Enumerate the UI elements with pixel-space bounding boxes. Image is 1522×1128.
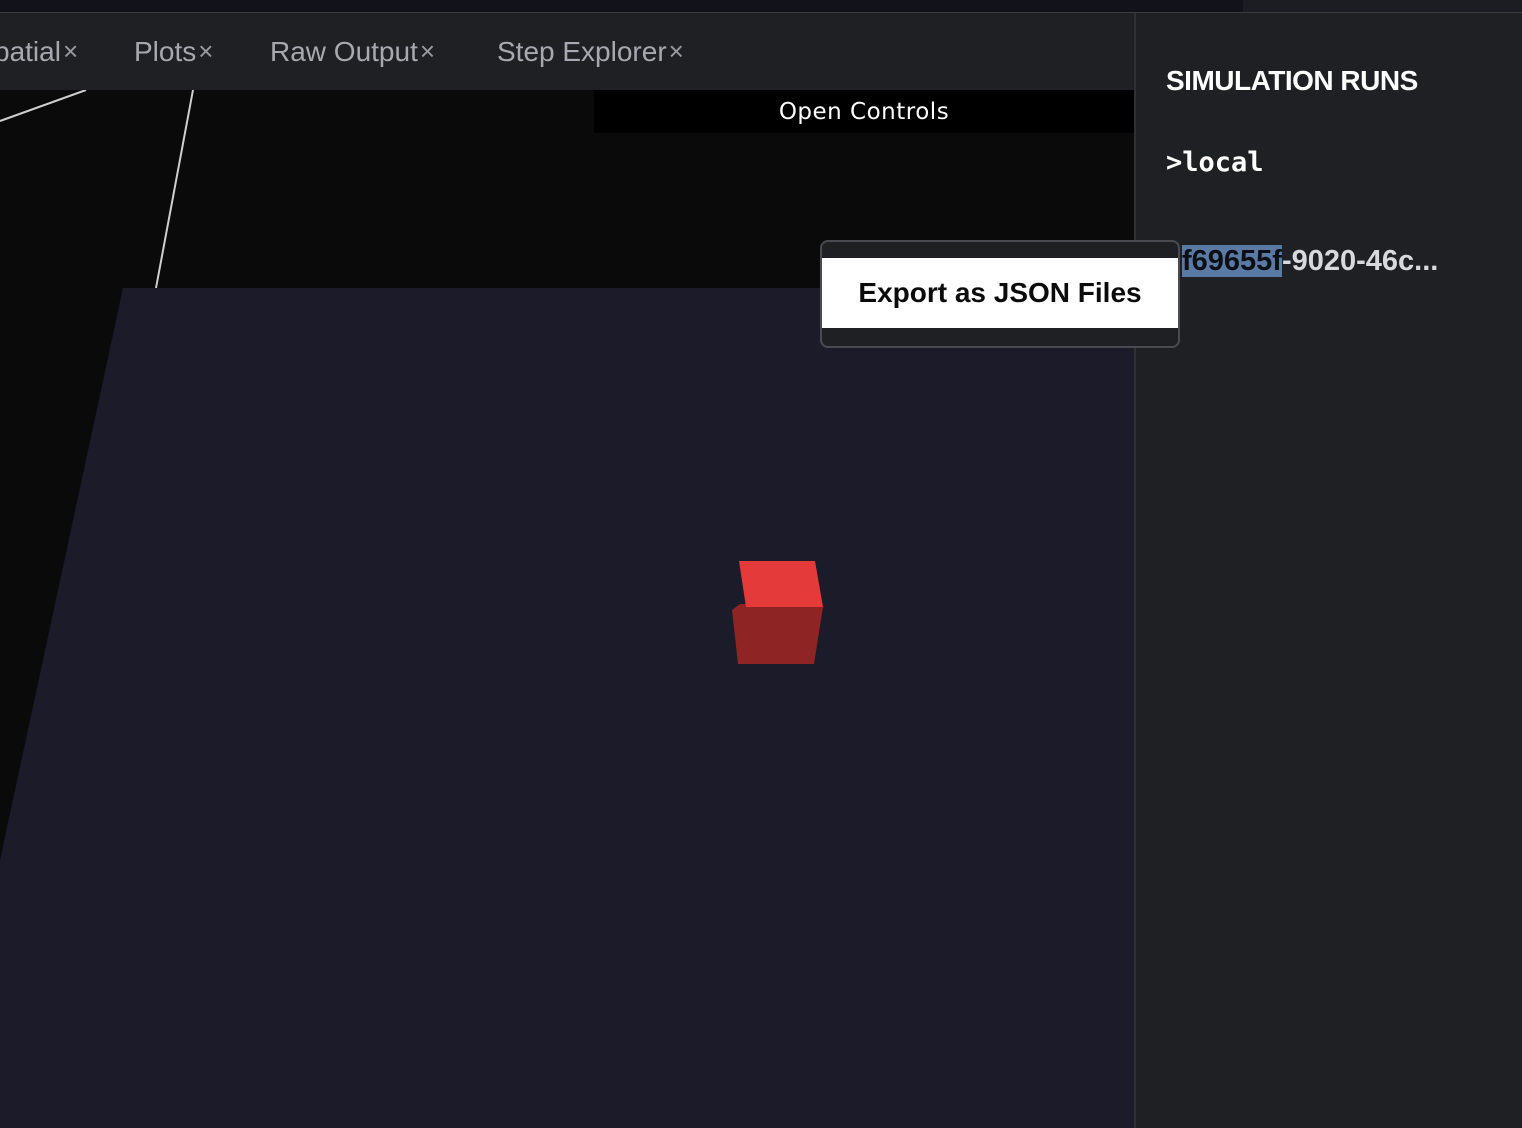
run-group-local[interactable]: >local — [1166, 147, 1264, 178]
cube-front-face — [732, 604, 823, 664]
top-bar — [0, 0, 1522, 13]
tab-label: patial — [0, 35, 61, 67]
tab-step-explorer[interactable]: Step Explorer × — [497, 13, 684, 90]
selected-text: f69655f — [1182, 245, 1282, 277]
sidebar-title: SIMULATION RUNS — [1166, 65, 1418, 96]
cube-top-face — [739, 561, 823, 607]
tab-label: Step Explorer — [497, 35, 667, 67]
tab-raw-output[interactable]: Raw Output × — [270, 13, 435, 90]
tab-label: Plots — [134, 35, 197, 67]
close-icon[interactable]: × — [63, 36, 78, 67]
open-controls-button[interactable]: Open Controls — [594, 90, 1134, 133]
close-icon[interactable]: × — [420, 36, 435, 67]
simulation-run-item[interactable]: f69655f-9020-46c... — [1182, 245, 1438, 278]
ground-plane — [0, 288, 1134, 1128]
tab-spatial[interactable]: patial × — [0, 13, 78, 90]
wireframe-edge — [155, 90, 194, 289]
wireframe-edge — [0, 90, 87, 122]
top-bar-progress — [0, 0, 1243, 12]
run-id-rest: -9020-46c... — [1281, 245, 1439, 277]
close-icon[interactable]: × — [669, 36, 684, 67]
simulation-runs-sidebar: SIMULATION RUNS >local f69655f-9020-46c.… — [1134, 13, 1522, 1128]
context-menu: Export as JSON Files — [820, 240, 1180, 348]
tab-bar: patial × Plots × Raw Output × Step Explo… — [0, 13, 1134, 90]
close-icon[interactable]: × — [198, 36, 213, 67]
tab-label: Raw Output — [270, 35, 418, 67]
export-json-button[interactable]: Export as JSON Files — [822, 258, 1178, 328]
tab-plots[interactable]: Plots × — [134, 13, 213, 90]
